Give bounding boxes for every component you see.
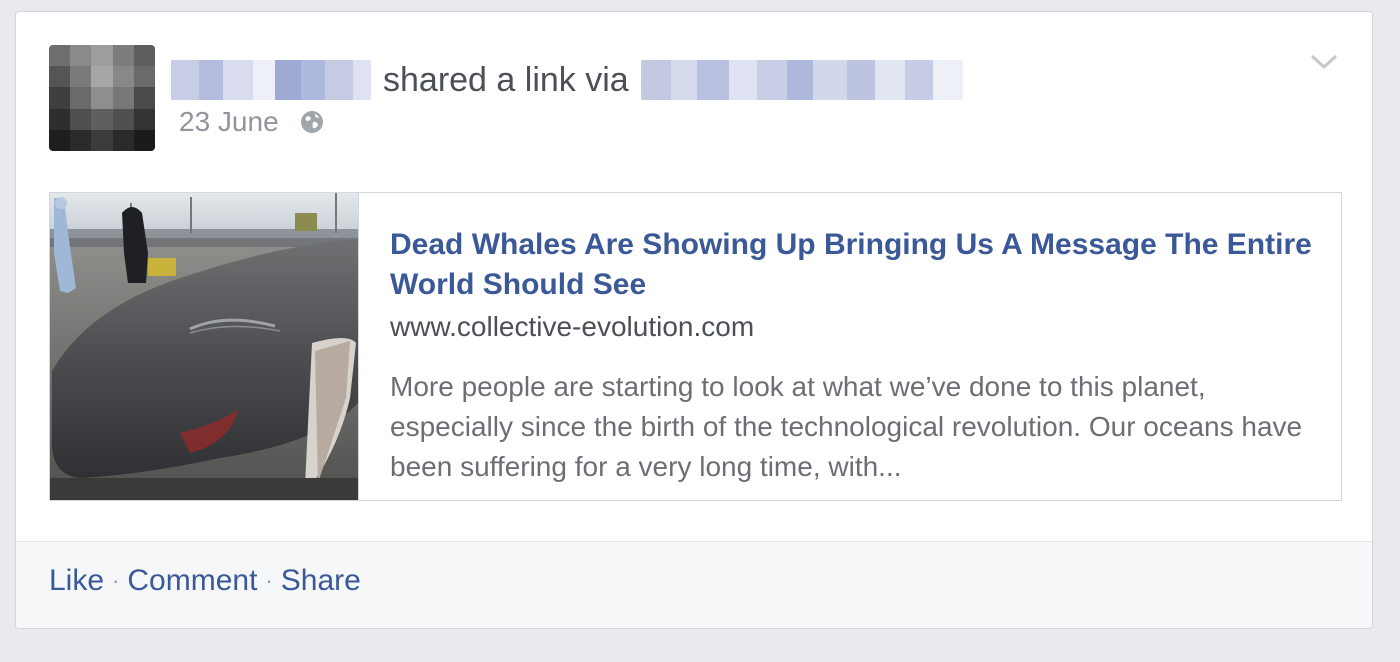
comment-button[interactable]: Comment [127, 564, 257, 598]
action-separator: · [112, 568, 120, 593]
post-date[interactable]: 23 June [179, 106, 279, 138]
like-button[interactable]: Like [49, 564, 104, 598]
post-action-bar: Like · Comment · Share [16, 541, 1372, 628]
avatar[interactable] [49, 45, 155, 151]
post-actions: Like · Comment · Share [49, 564, 361, 598]
link-preview[interactable]: Dead Whales Are Showing Up Bringing Us A… [49, 192, 1342, 501]
action-separator: · [265, 568, 273, 593]
post-card: shared a link via 23 June Dead Whales Ar… [15, 11, 1373, 629]
link-title[interactable]: Dead Whales Are Showing Up Bringing Us A… [390, 225, 1320, 305]
link-description: More people are starting to look at what… [390, 371, 1303, 482]
redacted-author-name[interactable] [171, 60, 371, 100]
globe-icon[interactable] [299, 109, 325, 135]
redacted-app-name[interactable] [640, 60, 963, 100]
share-button[interactable]: Share [281, 564, 361, 598]
link-domain: www.collective-evolution.com [390, 311, 755, 342]
post-header: shared a link via [171, 58, 963, 102]
post-action-text: shared a link via [383, 61, 629, 99]
link-text-block: Dead Whales Are Showing Up Bringing Us A… [390, 225, 1320, 487]
post-meta: 23 June [179, 106, 325, 138]
link-thumbnail-image[interactable] [50, 193, 359, 500]
chevron-down-icon[interactable] [1310, 52, 1338, 72]
